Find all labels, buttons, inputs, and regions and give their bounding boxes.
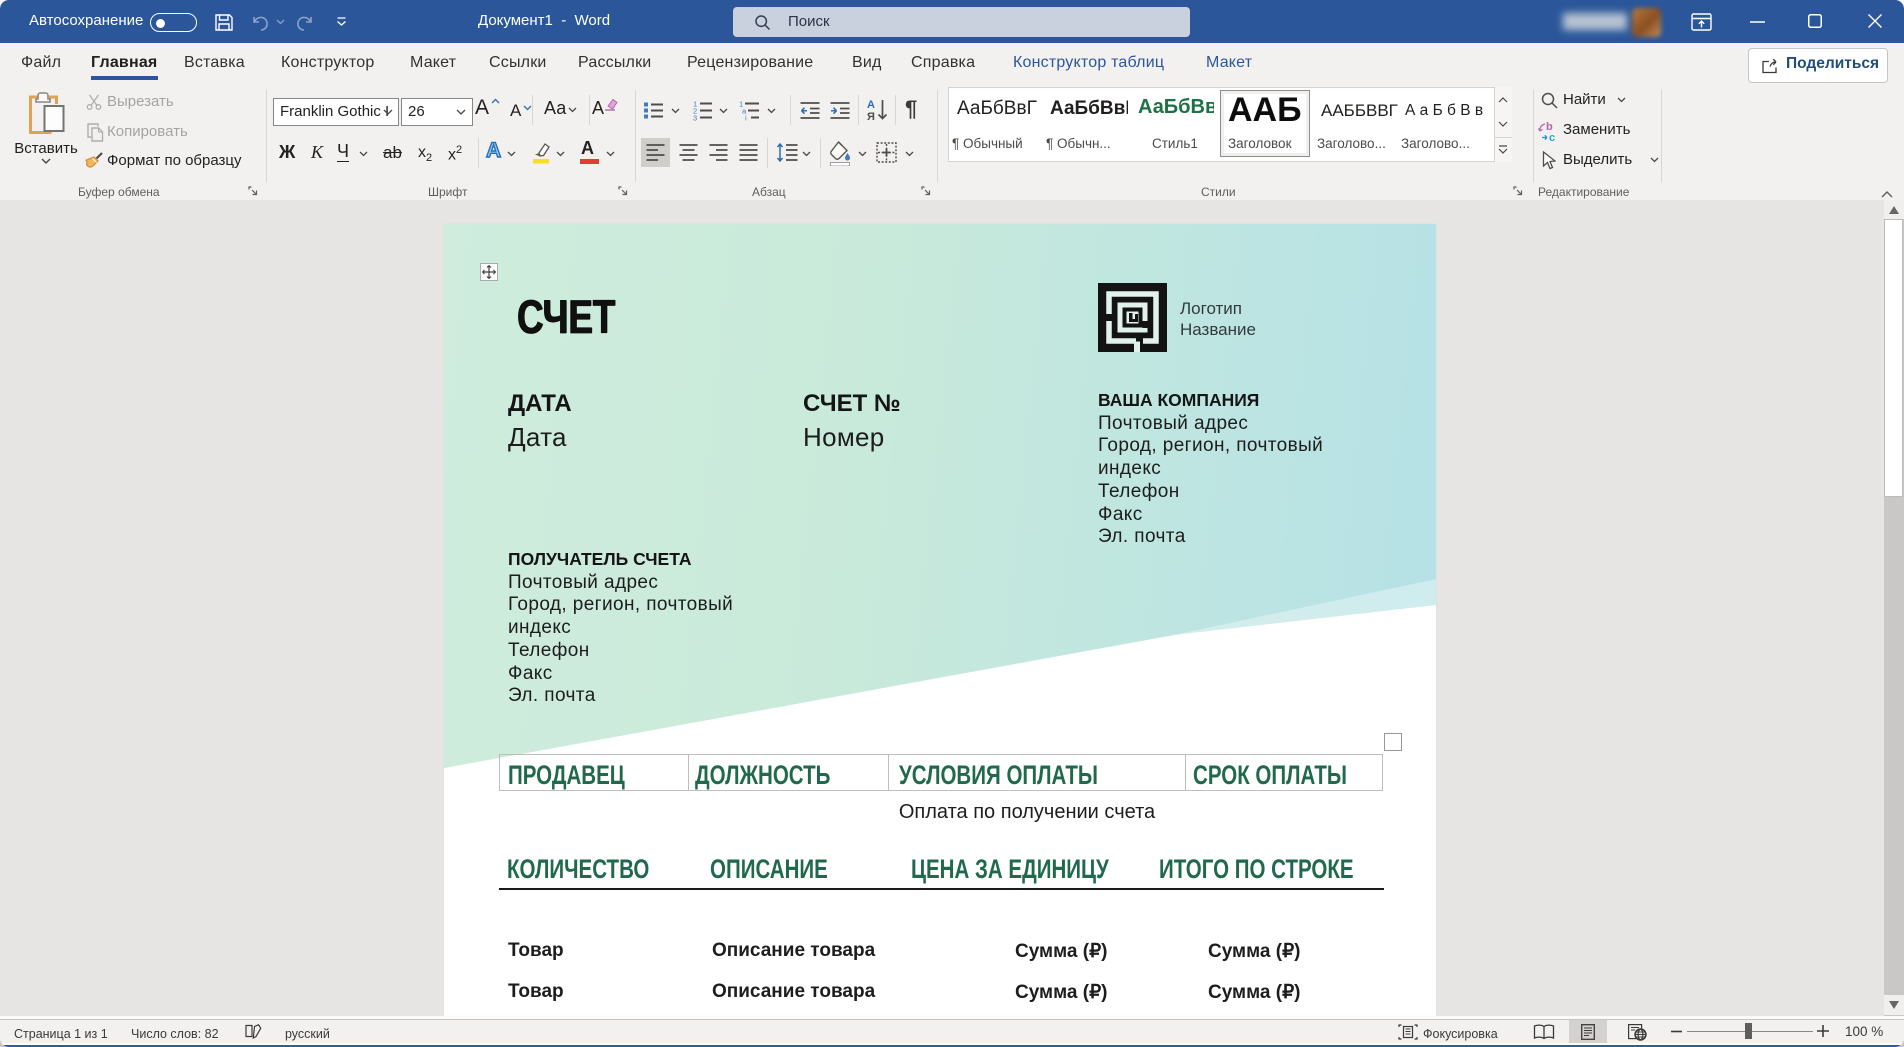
svg-text:3: 3 bbox=[693, 114, 697, 122]
svg-text:i: i bbox=[745, 114, 747, 122]
svg-text:Я: Я bbox=[867, 111, 875, 122]
svg-text:А: А bbox=[867, 99, 875, 111]
svg-text:c: c bbox=[1549, 132, 1555, 142]
